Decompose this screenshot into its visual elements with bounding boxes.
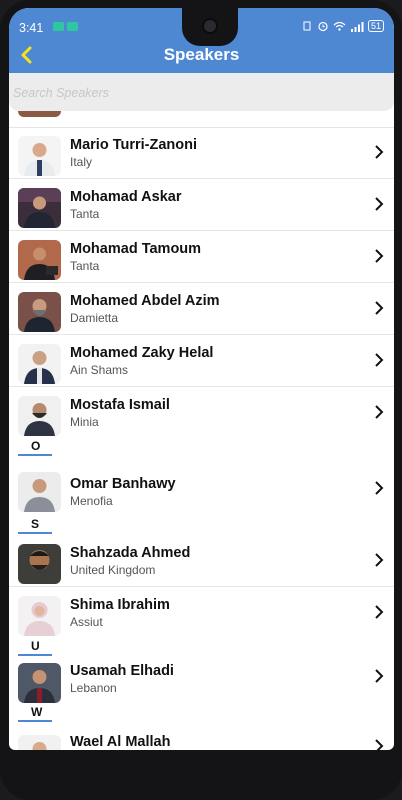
app-screen: 3:41 51 Speakers Search Speakers Mario T… <box>9 8 394 750</box>
chevron-right-icon <box>375 739 384 750</box>
wifi-icon <box>333 21 346 31</box>
speakers-list[interactable]: Mario Turri-Zanoni Italy Mohamad Askar T… <box>9 111 394 750</box>
speaker-name: Shima Ibrahim <box>70 597 170 613</box>
search-bar <box>9 73 394 111</box>
speaker-row[interactable]: Shima Ibrahim Assiut U <box>9 587 394 657</box>
chevron-right-icon <box>375 301 384 315</box>
notification-icons <box>53 22 78 31</box>
speaker-location: Lebanon <box>70 681 117 695</box>
speaker-photo <box>18 735 61 750</box>
section-letter-w: W <box>31 705 43 719</box>
search-input[interactable] <box>13 83 383 103</box>
section-underline <box>18 720 52 722</box>
speaker-photo <box>18 396 61 436</box>
speaker-name: Wael Al Mallah <box>70 734 171 750</box>
speaker-name: Mohamed Abdel Azim <box>70 293 220 309</box>
speaker-location: Assiut <box>70 615 103 629</box>
speaker-location: Tanta <box>70 259 100 273</box>
speaker-row[interactable]: Usamah Elhadi Lebanon W <box>9 657 394 727</box>
speaker-name: Shahzada Ahmed <box>70 545 191 561</box>
chevron-right-icon <box>375 553 384 567</box>
speaker-name: Mohamad Askar <box>70 189 182 205</box>
speaker-photo <box>18 596 61 636</box>
chevron-right-icon <box>375 605 384 619</box>
chevron-right-icon <box>375 249 384 263</box>
chevron-right-icon <box>375 145 384 159</box>
battery-icon: 51 <box>367 20 384 32</box>
speaker-location: Italy <box>70 155 93 169</box>
speaker-photo <box>18 472 61 512</box>
speaker-row[interactable]: Mohamad Askar Tanta <box>9 179 394 231</box>
speaker-location: Tanta <box>70 207 100 221</box>
speaker-photo <box>18 136 61 176</box>
status-indicators: 51 <box>301 20 384 32</box>
chevron-right-icon <box>375 405 384 419</box>
section-underline <box>18 532 52 534</box>
speaker-photo <box>18 663 61 703</box>
speaker-location: Ain Shams <box>70 363 129 377</box>
speaker-name: Usamah Elhadi <box>70 663 174 679</box>
camera-notch <box>182 8 238 46</box>
speaker-row[interactable]: Mohamed Zaky Helal Ain Shams <box>9 335 394 387</box>
speaker-photo <box>18 240 61 280</box>
speaker-row[interactable]: Mohamed Abdel Azim Damietta <box>9 283 394 335</box>
chevron-right-icon <box>375 481 384 495</box>
section-letter-s: S <box>31 517 40 531</box>
speaker-row-partial[interactable] <box>9 111 394 128</box>
speaker-row[interactable]: Mostafa Ismail Minia O <box>9 387 394 457</box>
section-letter-o: O <box>31 439 41 453</box>
alarm-icon <box>318 21 328 32</box>
speaker-row[interactable]: Mohamad Tamoum Tanta <box>9 231 394 283</box>
speaker-photo <box>18 292 61 332</box>
speaker-location: Menofia <box>70 494 113 508</box>
speaker-row[interactable]: Mario Turri-Zanoni Italy <box>9 127 394 179</box>
chevron-right-icon <box>375 353 384 367</box>
speaker-row[interactable]: Shahzada Ahmed United Kingdom <box>9 535 394 587</box>
speaker-location: Minia <box>70 415 99 429</box>
message-notification-icon <box>53 22 64 31</box>
speaker-photo <box>18 188 61 228</box>
speaker-photo <box>18 544 61 584</box>
status-time: 3:41 <box>19 21 44 35</box>
speaker-row[interactable]: Wael Al Mallah <box>9 727 394 750</box>
speaker-row[interactable]: Omar Banhawy Menofia S <box>9 457 394 535</box>
section-letter-u: U <box>31 639 40 653</box>
speaker-name: Omar Banhawy <box>70 476 176 492</box>
camera-icon <box>202 18 218 34</box>
speaker-name: Mostafa Ismail <box>70 397 170 413</box>
signal-icon <box>350 21 364 32</box>
page-title: Speakers <box>163 45 240 64</box>
speaker-location: United Kingdom <box>70 563 156 577</box>
phone-frame: 3:41 51 Speakers Search Speakers Mario T… <box>0 0 402 800</box>
speaker-location: Damietta <box>70 311 119 325</box>
chevron-right-icon <box>375 197 384 211</box>
speaker-name: Mario Turri-Zanoni <box>70 137 198 153</box>
section-underline <box>18 654 52 656</box>
vibrate-icon <box>303 21 311 31</box>
speaker-name: Mohamed Zaky Helal <box>70 345 214 361</box>
speaker-name: Mohamad Tamoum <box>70 241 202 257</box>
section-underline <box>18 454 52 456</box>
chevron-right-icon <box>375 669 384 683</box>
chat-notification-icon <box>67 22 78 31</box>
speaker-photo <box>18 344 61 384</box>
